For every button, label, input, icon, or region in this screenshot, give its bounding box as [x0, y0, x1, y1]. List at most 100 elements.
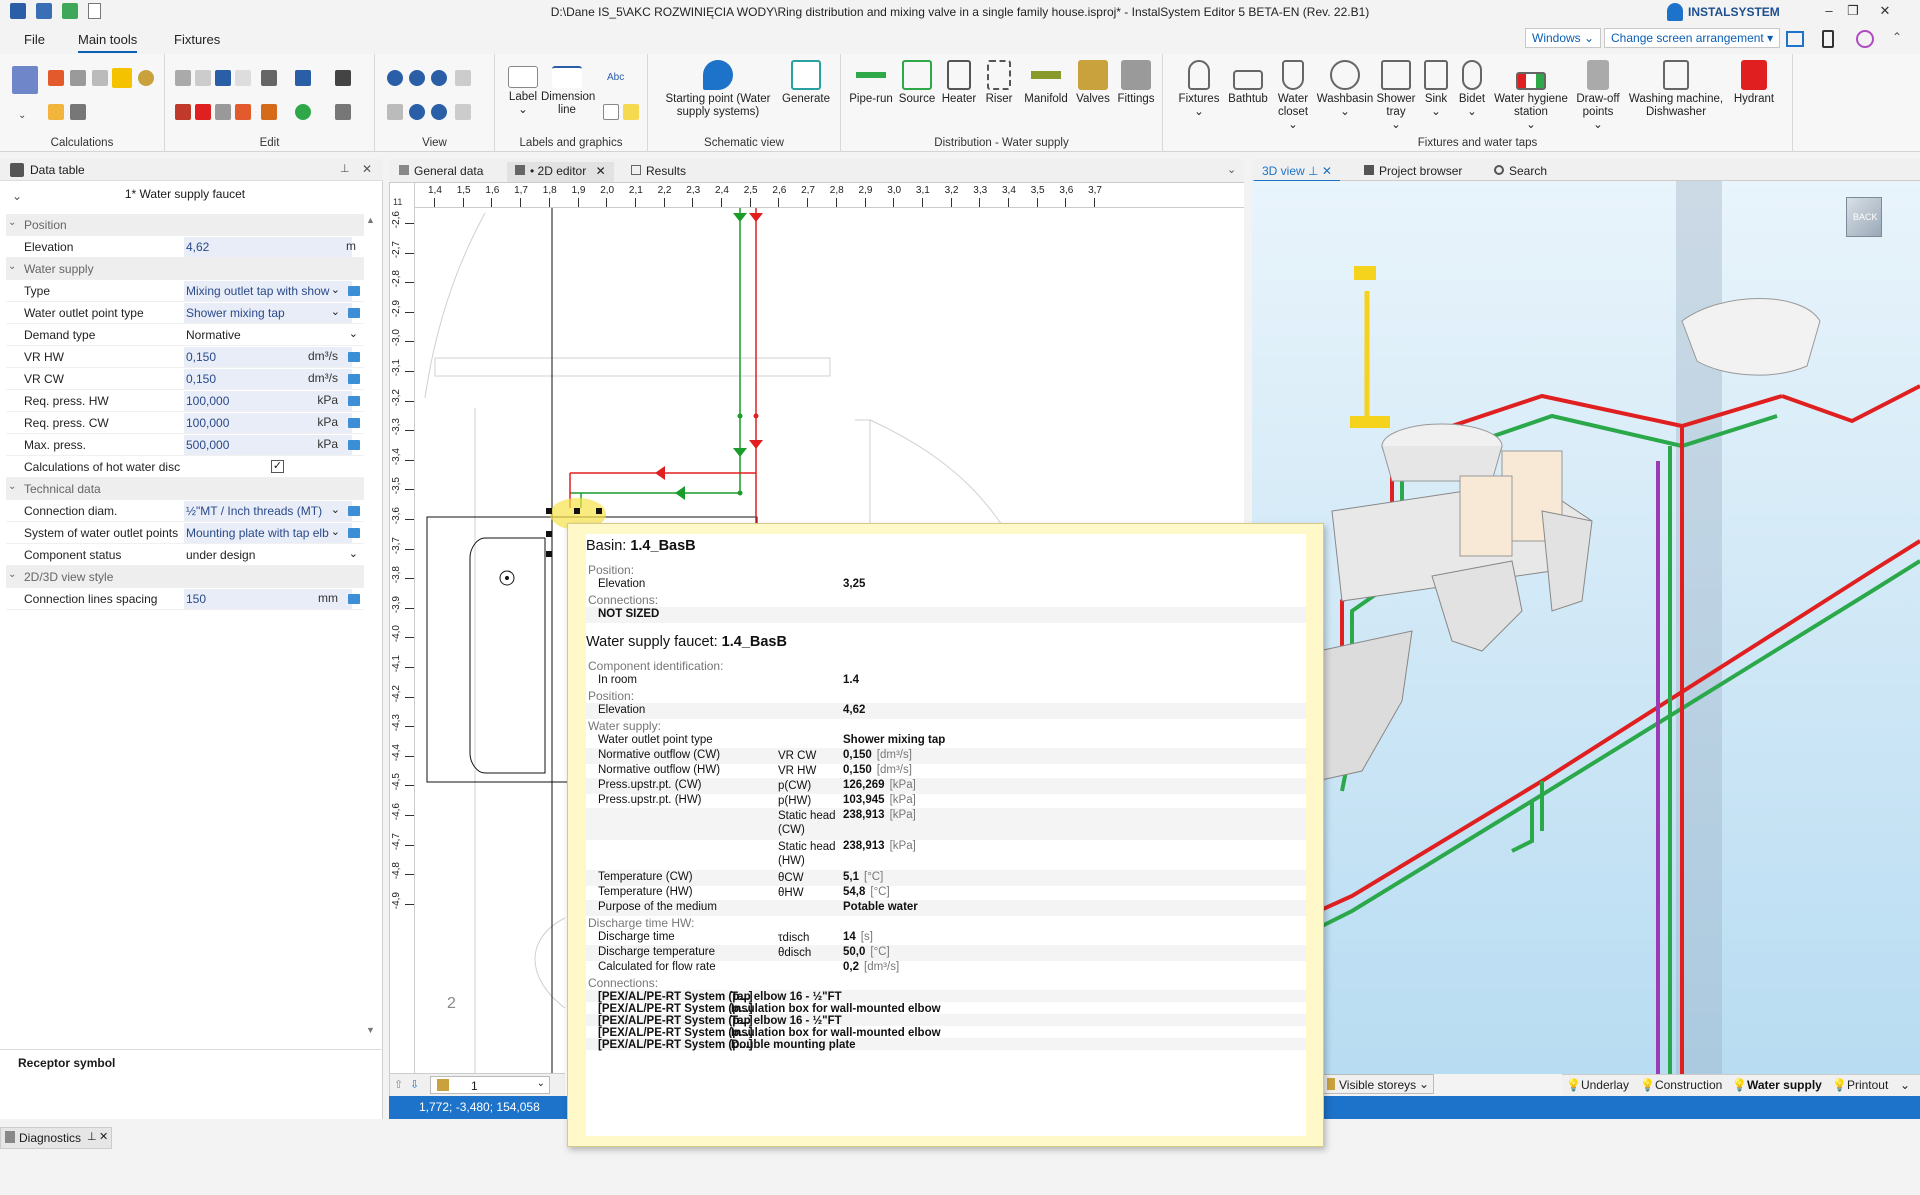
pin-icon[interactable]: ⊥ — [87, 1130, 97, 1143]
washing-machine-button[interactable]: Washing machine, Dishwasher — [1625, 60, 1727, 119]
edit-icon[interactable] — [348, 308, 360, 318]
draw-off-points-button[interactable]: Draw-off points ⌄ — [1573, 60, 1623, 132]
starting-point-button[interactable]: Starting point (Water supply systems) — [662, 60, 774, 119]
property-category[interactable]: ⌄ Technical data — [6, 478, 364, 500]
cut-icon[interactable] — [175, 104, 191, 120]
minimize-icon[interactable]: – — [1820, 3, 1838, 19]
bidet-button[interactable]: Bidet ⌄ — [1455, 60, 1489, 119]
tab-3d-view[interactable]: 3D view ⊥ ✕ — [1254, 162, 1340, 182]
collapse-ribbon-icon[interactable]: ⌃ — [1892, 30, 1902, 44]
chevron-down-icon[interactable]: ⌄ — [331, 503, 340, 516]
tab-general-data[interactable]: General data — [391, 162, 491, 182]
collapse-icon[interactable]: ⌄ — [8, 481, 16, 492]
pin-icon[interactable]: ⊥ — [340, 162, 350, 175]
tab-search[interactable]: Search — [1486, 162, 1555, 182]
delete-icon[interactable] — [195, 104, 211, 120]
storey-down-icon[interactable]: ⇩ — [410, 1078, 419, 1091]
zoom-all-icon[interactable] — [409, 104, 425, 120]
property-row[interactable]: Type Mixing outlet tap with show ⌄ — [6, 280, 364, 302]
edit-icon[interactable] — [348, 594, 360, 604]
tab-construction[interactable]: 💡Construction — [1640, 1078, 1722, 1092]
water-drop-icon[interactable] — [138, 70, 154, 86]
scroll-up-icon[interactable]: ▲ — [366, 215, 375, 225]
align-icon[interactable] — [261, 70, 277, 86]
edit-icon[interactable] — [348, 440, 360, 450]
property-row[interactable]: VR HW 0,150 dm³/s — [6, 346, 364, 368]
rotate-icon[interactable] — [215, 104, 231, 120]
tab-dropdown-icon[interactable]: ⌄ — [1227, 163, 1236, 176]
calc-hot-icon[interactable] — [48, 70, 64, 86]
property-value[interactable]: Shower mixing tap — [186, 306, 346, 320]
handle[interactable] — [546, 508, 552, 514]
tab-results[interactable]: Results — [623, 162, 694, 182]
checkbox[interactable]: ✓ — [271, 460, 284, 473]
chevron-down-icon[interactable]: ⌄ — [349, 547, 358, 560]
view3d-canvas[interactable]: BACK — [1252, 181, 1920, 1074]
chevron-down-icon[interactable]: ⌄ — [331, 305, 340, 318]
generate-button[interactable]: Generate — [778, 60, 834, 106]
label-button[interactable]: Label ⌄ — [503, 60, 543, 117]
tab-project-browser[interactable]: Project browser — [1356, 162, 1470, 182]
zoom-out-icon[interactable] — [409, 70, 425, 86]
chevron-down-icon[interactable]: ⌄ — [331, 525, 340, 538]
property-row[interactable]: Connection diam. ½"MT / Inch threads (MT)… — [6, 500, 364, 522]
calc-table-icon[interactable] — [70, 70, 86, 86]
calculator-icon[interactable] — [12, 66, 38, 94]
select-icon[interactable] — [335, 104, 351, 120]
zoom-in-icon[interactable] — [387, 70, 403, 86]
scroll-down-icon[interactable]: ▼ — [366, 1025, 375, 1035]
pipe-run-button[interactable]: Pipe-run — [847, 60, 895, 106]
property-row[interactable]: Connection lines spacing 150 mm — [6, 588, 364, 610]
tab-file[interactable]: File — [24, 32, 45, 47]
close-icon[interactable]: ✕ — [99, 1130, 108, 1143]
shower-tray-button[interactable]: Shower tray ⌄ — [1373, 60, 1419, 132]
arrangement-button[interactable]: Change screen arrangement ▾ — [1604, 28, 1781, 48]
property-category[interactable]: ⌄ 2D/3D view style — [6, 566, 364, 588]
heater-button[interactable]: Heater — [939, 60, 979, 106]
pin-icon[interactable]: ⊥ — [1308, 164, 1318, 178]
tab-main-tools[interactable]: Main tools — [78, 32, 138, 53]
tab-water-supply[interactable]: 💡Water supply — [1732, 1078, 1822, 1092]
water-hygiene-station-button[interactable]: Water hygiene station ⌄ — [1491, 60, 1571, 132]
zoom-window-icon[interactable] — [431, 70, 447, 86]
scrollbar[interactable]: ▲ ▼ — [366, 215, 376, 1195]
property-category[interactable]: ⌄ Position — [6, 214, 364, 236]
property-row[interactable]: Component status under design ⌄ — [6, 544, 364, 566]
dropdown-arrow-icon[interactable]: ⌄ — [18, 110, 26, 121]
property-row[interactable]: Elevation 4,62 m — [6, 236, 364, 258]
distribute-icon[interactable] — [335, 70, 351, 86]
pan-icon[interactable] — [387, 104, 403, 120]
edit-icon[interactable] — [348, 352, 360, 362]
chevron-down-icon[interactable]: ⌄ — [349, 327, 358, 340]
edit-icon[interactable] — [348, 374, 360, 384]
property-value[interactable]: Mounting plate with tap elb — [186, 526, 346, 540]
washbasin-button[interactable]: Washbasin ⌄ — [1315, 60, 1375, 119]
sink-button[interactable]: Sink ⌄ — [1419, 60, 1453, 119]
windows-button[interactable]: Windows ⌄ — [1525, 28, 1602, 48]
tab-printout[interactable]: 💡Printout — [1832, 1078, 1888, 1092]
zoom-next-icon[interactable] — [455, 104, 471, 120]
tab-fixtures[interactable]: Fixtures — [174, 32, 220, 47]
water-drop-yellow-icon[interactable] — [112, 68, 132, 88]
property-row[interactable]: Req. press. HW 100,000 kPa — [6, 390, 364, 412]
dimension-line-button[interactable]: Dimension line — [541, 60, 595, 117]
fittings-button[interactable]: Fittings — [1113, 60, 1159, 106]
paste-icon[interactable] — [195, 70, 211, 86]
fixtures-button[interactable]: Fixtures ⌄ — [1175, 60, 1223, 119]
palette-icon[interactable] — [1856, 30, 1874, 48]
connect-icon[interactable] — [261, 104, 277, 120]
property-value[interactable]: Normative — [186, 328, 346, 342]
property-value[interactable]: 4,62 — [186, 240, 346, 254]
property-value[interactable]: under design — [186, 548, 346, 562]
property-row[interactable]: Req. press. CW 100,000 kPa — [6, 412, 364, 434]
property-row[interactable]: Water outlet point type Shower mixing tap… — [6, 302, 364, 324]
collapse-icon[interactable]: ⌄ — [8, 217, 16, 228]
property-category[interactable]: ⌄ Water supply — [6, 258, 364, 280]
property-row[interactable]: System of water outlet points Mounting pl… — [6, 522, 364, 544]
edit-icon[interactable] — [348, 396, 360, 406]
chevron-down-icon[interactable]: ⌄ — [331, 283, 340, 296]
zoom-fit-icon[interactable] — [455, 70, 471, 86]
property-value[interactable]: ½"MT / Inch threads (MT) — [186, 504, 346, 518]
handle[interactable] — [546, 531, 552, 537]
collapse-icon[interactable]: ⌄ — [8, 569, 16, 580]
